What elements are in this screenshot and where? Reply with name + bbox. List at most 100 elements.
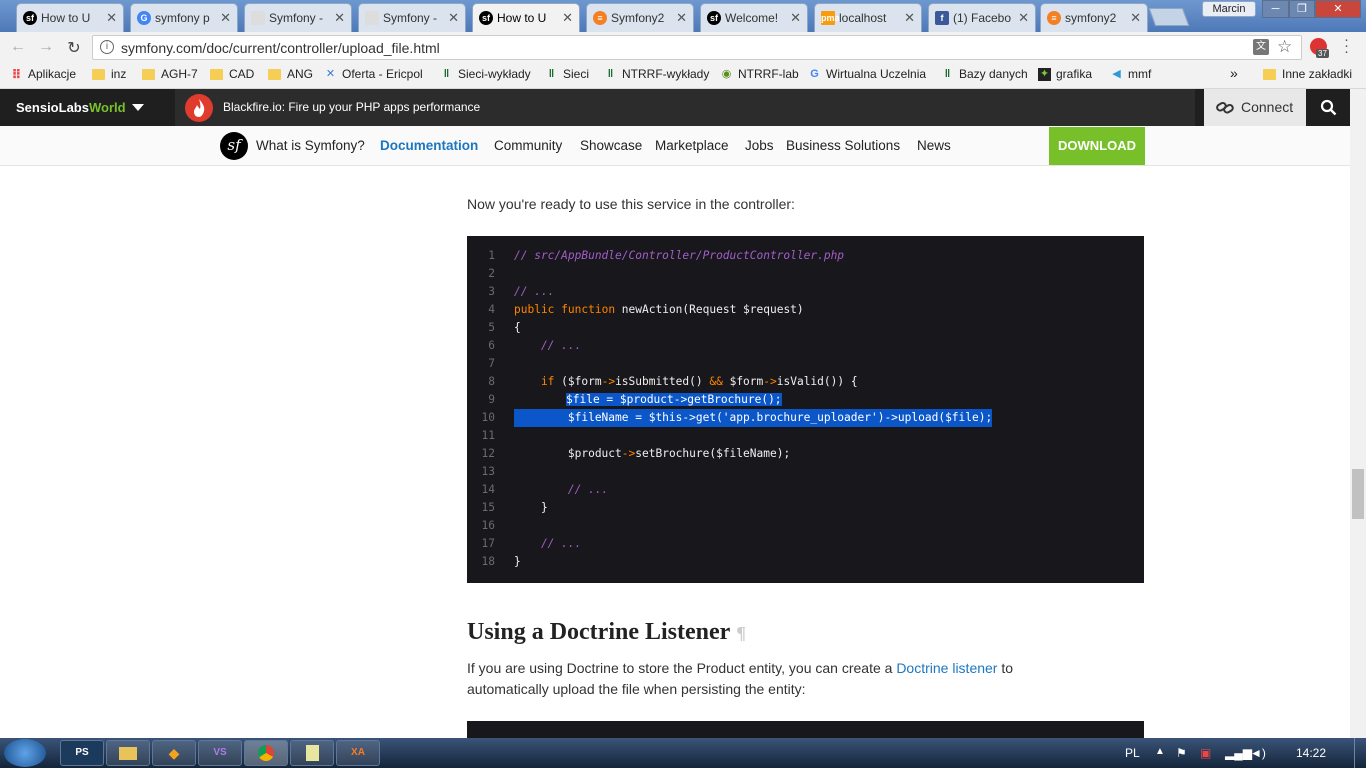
star-icon[interactable]: ☆	[1277, 37, 1292, 57]
download-button[interactable]: DOWNLOAD	[1049, 127, 1145, 165]
web-page: SensioLabsWorld Blackfire.io: Fire up yo…	[0, 89, 1350, 738]
new-tab-button[interactable]	[1148, 8, 1190, 26]
sensiolabs-world-menu[interactable]: SensioLabsWorld	[16, 100, 126, 115]
close-icon[interactable]: ✕	[904, 10, 915, 26]
show-desktop-button[interactable]	[1354, 738, 1366, 768]
selected-code[interactable]: $file = $product->getBrochure();	[566, 393, 782, 406]
minimize-button[interactable]: ─	[1262, 0, 1289, 18]
caret-down-icon[interactable]	[132, 104, 144, 111]
code-operator: &&	[709, 375, 723, 388]
taskbar-explorer[interactable]	[106, 740, 150, 766]
ericpol-icon: ✕	[325, 67, 336, 80]
code-block[interactable]: 1 // src/AppBundle/Controller/ProductCont…	[467, 236, 1144, 583]
nav-marketplace[interactable]: Marketplace	[655, 138, 729, 153]
apps-grid-icon: ⠿	[11, 66, 22, 82]
flag-icon[interactable]: ⚑	[1176, 746, 1187, 760]
bookmark-link[interactable]: ǁ NTRRF-wykłady	[604, 67, 710, 81]
folder-icon	[1263, 68, 1276, 80]
browser-tab[interactable]: Gsymfony p ✕	[130, 3, 238, 32]
bookmark-link[interactable]: ◀ mmf	[1110, 67, 1151, 81]
close-icon[interactable]: ✕	[106, 10, 117, 26]
nav-what-is-symfony[interactable]: What is Symfony?	[256, 138, 365, 153]
section-heading: Using a Doctrine Listener ¶	[467, 619, 746, 646]
nav-jobs[interactable]: Jobs	[745, 138, 774, 153]
close-icon[interactable]: ✕	[676, 10, 687, 26]
start-button[interactable]	[4, 739, 46, 767]
nav-community[interactable]: Community	[494, 138, 562, 153]
network-icon[interactable]: ▂▄▆	[1225, 746, 1252, 760]
info-icon[interactable]: i	[100, 40, 114, 54]
close-icon[interactable]: ✕	[790, 10, 801, 26]
menu-icon[interactable]: · · ·	[1344, 32, 1349, 59]
url-text[interactable]: symfony.com/doc/current/controller/uploa…	[121, 40, 440, 56]
browser-tab[interactable]: sf How to U ✕	[16, 3, 124, 32]
device-icon[interactable]: ▣	[1200, 746, 1211, 760]
bookmark-folder[interactable]: inz	[92, 67, 126, 81]
connect-button[interactable]: Connect	[1204, 89, 1306, 126]
bookmark-link[interactable]: ✕ Oferta - Ericpol	[324, 67, 423, 81]
selected-code[interactable]: $fileName = $this->get('app.brochure_upl…	[514, 409, 993, 427]
scrollbar-thumb[interactable]	[1352, 469, 1364, 519]
bookmark-link[interactable]: ǁ Bazy danych	[941, 67, 1028, 81]
taskbar-xampp[interactable]: XA	[336, 740, 380, 766]
nav-documentation[interactable]: Documentation	[380, 138, 478, 153]
bookmark-link[interactable]: ǁ Sieci	[545, 67, 589, 81]
close-icon[interactable]: ✕	[1130, 10, 1141, 26]
browser-tab[interactable]: Symfony - ✕	[358, 3, 466, 32]
profile-button[interactable]: Marcin	[1202, 1, 1256, 17]
code-line: // ...	[514, 339, 582, 352]
bookmark-folder[interactable]: CAD	[210, 67, 254, 81]
code-block[interactable]	[467, 721, 1144, 738]
search-button[interactable]	[1306, 89, 1350, 126]
close-icon[interactable]: ✕	[334, 10, 345, 26]
address-bar[interactable]: i symfony.com/doc/current/controller/upl…	[92, 35, 1302, 60]
close-icon[interactable]: ✕	[562, 10, 573, 26]
bookmark-link[interactable]: ◉ NTRRF-lab	[720, 67, 799, 81]
taskbar-notepad[interactable]	[290, 740, 334, 766]
back-icon[interactable]: ←	[8, 38, 28, 56]
close-icon[interactable]: ✕	[220, 10, 231, 26]
nav-showcase[interactable]: Showcase	[580, 138, 642, 153]
blackfire-promo[interactable]: Blackfire.io: Fire up your PHP apps perf…	[175, 89, 1195, 126]
tray-arrow-icon[interactable]: ▲	[1155, 746, 1165, 757]
browser-tab[interactable]: sf Welcome! ✕	[700, 3, 808, 32]
symfony-logo[interactable]: sf	[220, 132, 248, 160]
bookmark-folder-other[interactable]: Inne zakładki	[1263, 67, 1352, 81]
bookmark-apps[interactable]: ⠿ Aplikacje	[10, 67, 76, 81]
promo-text[interactable]: Blackfire.io: Fire up your PHP apps perf…	[223, 100, 480, 114]
bookmark-link[interactable]: ✦ grafika	[1038, 67, 1092, 81]
taskbar-photoshop[interactable]: PS	[60, 740, 104, 766]
taskbar-chrome[interactable]	[244, 740, 288, 766]
nav-business-solutions[interactable]: Business Solutions	[786, 138, 900, 153]
bookmark-folder[interactable]: ANG	[268, 67, 313, 81]
forward-icon[interactable]: →	[36, 38, 56, 56]
bookmark-link[interactable]: G Wirtualna Uczelnia	[808, 67, 926, 81]
close-window-button[interactable]: ✕	[1315, 0, 1361, 18]
maximize-button[interactable]: ❐	[1289, 0, 1315, 18]
code-line: }	[514, 555, 521, 568]
clock[interactable]: 14:22	[1296, 746, 1326, 760]
language-indicator[interactable]: PL	[1125, 746, 1140, 760]
translate-icon[interactable]: 文	[1253, 39, 1269, 55]
pilcrow-anchor[interactable]: ¶	[736, 623, 746, 643]
bookmark-link[interactable]: ǁ Sieci-wykłady	[440, 67, 531, 81]
doctrine-listener-link[interactable]: Doctrine listener	[896, 660, 997, 676]
bookmarks-overflow-button[interactable]: »	[1230, 65, 1238, 81]
browser-tab[interactable]: ≡ Symfony2 ✕	[586, 3, 694, 32]
bookmark-label: Inne zakładki	[1282, 67, 1353, 81]
bookmark-folder[interactable]: AGH-7	[142, 67, 198, 81]
close-icon[interactable]: ✕	[1018, 10, 1029, 26]
page-scrollbar[interactable]	[1350, 89, 1366, 738]
volume-icon[interactable]: ◄)	[1250, 746, 1266, 760]
taskbar-visual-studio[interactable]: VS	[198, 740, 242, 766]
browser-tab-active[interactable]: sf How to U ✕	[472, 3, 580, 32]
taskbar-app[interactable]: ◆	[152, 740, 196, 766]
browser-tab[interactable]: ≡ symfony2 ✕	[1040, 3, 1148, 32]
close-icon[interactable]: ✕	[448, 10, 459, 26]
google-icon: G	[137, 11, 151, 25]
reload-icon[interactable]: ↻	[64, 38, 84, 58]
browser-tab[interactable]: Symfony - ✕	[244, 3, 352, 32]
browser-tab[interactable]: pma localhost ✕	[814, 3, 922, 32]
browser-tab[interactable]: f (1) Facebo ✕	[928, 3, 1036, 32]
nav-news[interactable]: News	[917, 138, 951, 153]
